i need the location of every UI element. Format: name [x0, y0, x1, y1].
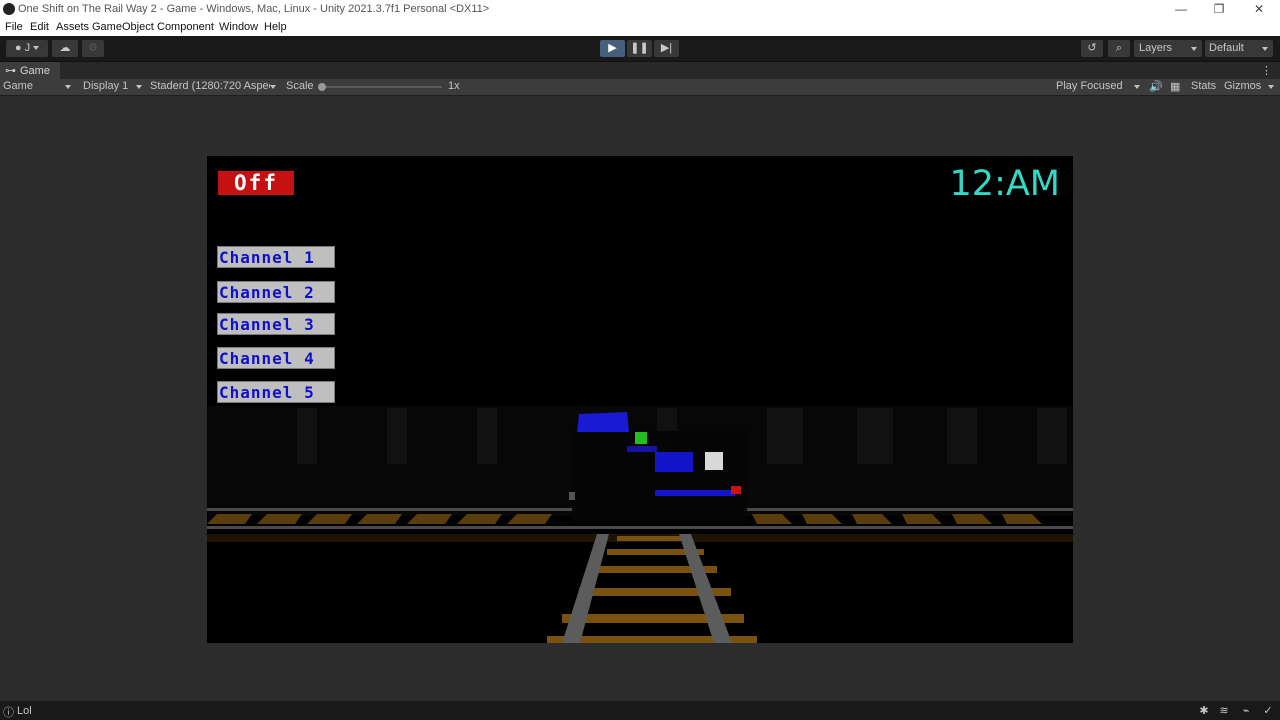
- tab-game[interactable]: ⊶ Game: [0, 62, 60, 80]
- channel-5-button[interactable]: Channel 5: [217, 381, 335, 403]
- game-clock: 12:AM: [949, 164, 1060, 204]
- bug-icon[interactable]: ✱: [1198, 705, 1210, 717]
- menu-bar: File Edit Assets GameObject Component Wi…: [0, 19, 1280, 36]
- status-bar: ⓘ Lol ✱ ≋ ⌁ ✓: [0, 701, 1280, 720]
- display-dropdown[interactable]: Display 1: [83, 80, 128, 92]
- channel-1-button[interactable]: Channel 1: [217, 246, 335, 268]
- play-icon: ▶: [608, 42, 617, 54]
- play-mode-dropdown[interactable]: Play Focused: [1056, 80, 1123, 92]
- aspect-dropdown[interactable]: Staderd (1280:720 Aspec: [150, 80, 270, 92]
- off-button[interactable]: Off: [218, 171, 294, 195]
- view-mode-dropdown[interactable]: Game: [3, 80, 33, 92]
- search-icon: ⌕: [1115, 42, 1123, 54]
- scale-slider-track[interactable]: [322, 86, 442, 88]
- account-icon: ●: [14, 42, 22, 54]
- history-icon: ↺: [1087, 42, 1097, 54]
- search-button[interactable]: ⌕: [1108, 40, 1130, 57]
- panel-tabbar: ⊶ Game ⋮: [0, 61, 1280, 80]
- more-options-icon[interactable]: ⋮: [1261, 64, 1272, 77]
- channel-4-button[interactable]: Channel 4: [217, 347, 335, 369]
- layout-dropdown[interactable]: Default: [1205, 40, 1273, 57]
- history-button[interactable]: ↺: [1081, 40, 1103, 57]
- console-message[interactable]: Lol: [17, 705, 32, 717]
- scale-label: Scale: [286, 80, 314, 92]
- gear-icon: ⚙: [88, 42, 98, 54]
- window-titlebar: One Shift on The Rail Way 2 - Game - Win…: [0, 0, 1280, 19]
- restore-icon[interactable]: ❐: [1199, 0, 1239, 19]
- chevron-down-icon: [1262, 47, 1268, 51]
- minimize-icon[interactable]: —: [1161, 0, 1201, 19]
- menu-help[interactable]: Help: [264, 21, 287, 33]
- pause-button[interactable]: ❚❚: [627, 40, 652, 57]
- game-view-toolbar: Game Display 1 Staderd (1280:720 Aspec S…: [0, 79, 1280, 96]
- pause-icon: ❚❚: [630, 42, 649, 54]
- close-icon[interactable]: ✕: [1239, 0, 1279, 19]
- chevron-down-icon: [33, 46, 40, 51]
- layers-dropdown[interactable]: Layers: [1134, 40, 1202, 57]
- channel-3-button[interactable]: Channel 3: [217, 313, 335, 335]
- train-scene: [207, 406, 1073, 643]
- game-screen[interactable]: Off 12:AM Channel 1 Channel 2 Channel 3 …: [207, 156, 1073, 643]
- menu-file[interactable]: File: [5, 21, 23, 33]
- window-title: One Shift on The Rail Way 2 - Game - Win…: [18, 3, 490, 15]
- main-toolbar: ● J ☁ ⚙ ▶ ❚❚ ▶| ↺ ⌕ Layers Default: [0, 36, 1280, 61]
- check-circle-icon[interactable]: ✓: [1262, 705, 1274, 717]
- account-label: J: [24, 42, 31, 54]
- chevron-down-icon: [1134, 85, 1140, 89]
- cache-icon[interactable]: ⌁: [1240, 705, 1252, 717]
- cloud-icon: ☁: [59, 42, 71, 54]
- scale-value: 1x: [448, 80, 460, 92]
- play-button[interactable]: ▶: [600, 40, 625, 57]
- layers-icon[interactable]: ≋: [1218, 705, 1230, 717]
- audio-mute-icon[interactable]: 🔊: [1149, 80, 1163, 93]
- layers-label: Layers: [1139, 42, 1173, 54]
- stats-grid-icon[interactable]: ▦: [1170, 80, 1180, 93]
- account-dropdown[interactable]: ● J: [6, 40, 48, 57]
- menu-window[interactable]: Window: [219, 21, 258, 33]
- stats-button[interactable]: Stats: [1191, 80, 1216, 92]
- chevron-down-icon: [136, 85, 142, 89]
- menu-edit[interactable]: Edit: [30, 21, 49, 33]
- step-button[interactable]: ▶|: [654, 40, 679, 57]
- layout-label: Default: [1209, 42, 1244, 54]
- gizmos-button[interactable]: Gizmos: [1224, 80, 1261, 92]
- cloud-button[interactable]: ☁: [52, 40, 78, 57]
- unity-logo-icon: [3, 3, 15, 15]
- step-icon: ▶|: [660, 42, 673, 54]
- menu-assets[interactable]: Assets: [56, 21, 89, 33]
- collab-button[interactable]: ⚙: [82, 40, 104, 57]
- gamepad-icon: ⊶: [5, 65, 16, 77]
- menu-gameobject[interactable]: GameObject: [92, 21, 154, 33]
- menu-component[interactable]: Component: [157, 21, 214, 33]
- chevron-down-icon: [1191, 47, 1197, 51]
- chevron-down-icon: [1268, 85, 1274, 89]
- chevron-down-icon: [270, 85, 276, 89]
- tab-game-label: Game: [20, 65, 50, 77]
- chevron-down-icon: [65, 85, 71, 89]
- channel-2-button[interactable]: Channel 2: [217, 281, 335, 303]
- info-icon: ⓘ: [3, 707, 14, 719]
- scale-slider-handle[interactable]: [318, 83, 326, 91]
